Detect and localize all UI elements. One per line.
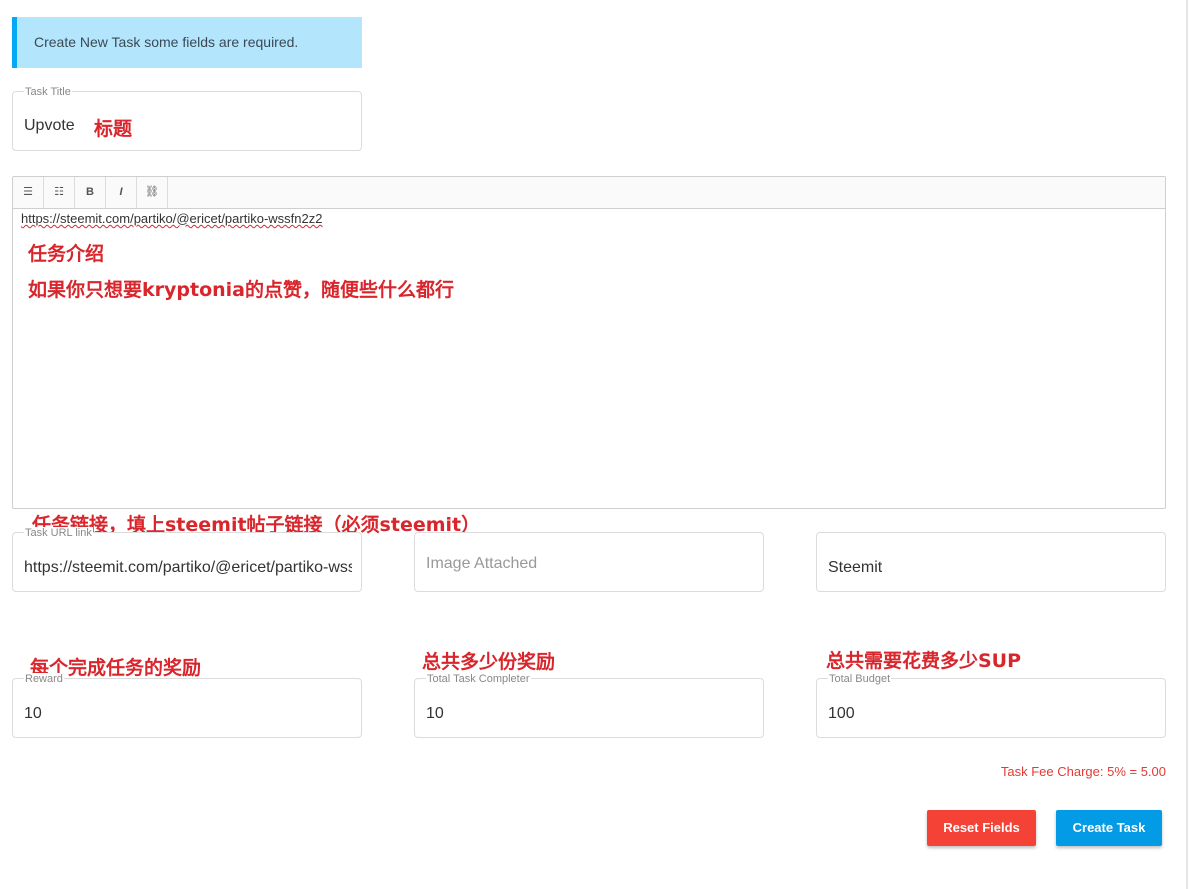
annotation-title: 标题 <box>94 118 133 140</box>
annotation-budget-note: 总共需要花费多少SUP <box>826 650 1022 672</box>
image-attached-field[interactable]: Image Attached <box>414 532 764 592</box>
task-title-label: Task Title <box>24 86 72 98</box>
total-task-completer-value: 10 <box>426 705 444 722</box>
reset-fields-button[interactable]: Reset Fields <box>927 810 1036 846</box>
description-editor[interactable]: ☰ ☷ B I ⛓ https://steemit.com/partiko/@e… <box>12 176 1166 509</box>
numbered-list-icon[interactable]: ☷ <box>44 177 75 208</box>
annotation-completer-note: 总共多少份奖励 <box>422 651 556 673</box>
total-task-completer-field[interactable]: Total Task Completer 10 <box>414 673 764 738</box>
reward-label: Reward <box>24 673 64 685</box>
annotation-intro-note: 如果你只想要kryptonia的点赞，随便些什么都行 <box>28 279 454 301</box>
total-budget-value: 100 <box>828 705 855 722</box>
bold-icon[interactable]: B <box>75 177 106 208</box>
total-budget-label: Total Budget <box>828 673 892 685</box>
total-budget-field[interactable]: Total Budget 100 <box>816 673 1166 738</box>
image-attached-placeholder: Image Attached <box>426 555 538 572</box>
task-title-value: Upvote <box>24 117 75 134</box>
editor-toolbar: ☰ ☷ B I ⛓ <box>13 177 1165 209</box>
bullet-list-icon[interactable]: ☰ <box>13 177 44 208</box>
italic-icon[interactable]: I <box>106 177 137 208</box>
create-task-button[interactable]: Create Task <box>1056 810 1162 846</box>
reward-field[interactable]: Reward 10 <box>12 673 362 738</box>
task-title-field[interactable]: Task Title Upvote <box>12 86 362 151</box>
total-task-completer-label: Total Task Completer <box>426 673 531 685</box>
task-url-label: Task URL link <box>24 527 93 539</box>
task-url-value: https://steemit.com/partiko/@ericet/part… <box>24 559 352 576</box>
task-url-field[interactable]: Task URL link https://steemit.com/partik… <box>12 527 362 592</box>
editor-content-link[interactable]: https://steemit.com/partiko/@ericet/part… <box>21 211 322 226</box>
reward-value: 10 <box>24 705 42 722</box>
page-scrollbar-edge <box>1186 0 1188 889</box>
platform-select[interactable]: Steemit <box>816 532 1166 592</box>
platform-value: Steemit <box>828 559 883 576</box>
annotation-intro: 任务介绍 <box>28 243 105 265</box>
link-icon[interactable]: ⛓ <box>137 177 168 208</box>
required-fields-alert: Create New Task some fields are required… <box>12 17 362 68</box>
task-fee-charge: Task Fee Charge: 5% = 5.00 <box>1000 764 1166 779</box>
